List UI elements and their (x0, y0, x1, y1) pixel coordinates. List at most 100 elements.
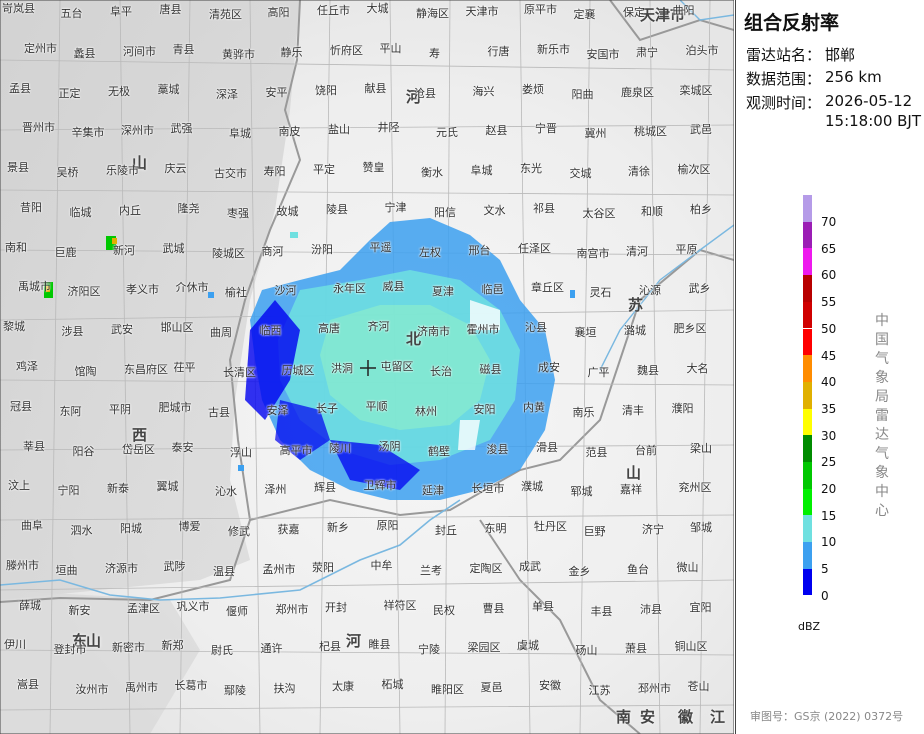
legend-label-65: 65 (821, 241, 837, 256)
place-label: 冀州 (584, 127, 607, 141)
place-label: 泗水 (70, 524, 93, 538)
place-label: 商河 (261, 244, 284, 258)
place-label: 邹城 (690, 521, 712, 535)
place-label: 清苑区 (209, 8, 242, 21)
place-label: 武邑 (690, 123, 712, 137)
time-label: 观测时间： (746, 94, 822, 112)
place-label: 陵川 (329, 441, 351, 455)
review-number: 审图号：GS京 (2022) 0372号 (750, 710, 904, 723)
place-label: 牡丹区 (534, 520, 567, 534)
place-label: 天津市 (465, 5, 499, 18)
place-label: 武强 (170, 122, 193, 136)
place-label: 曲阜 (21, 519, 43, 533)
place-label: 武陟 (163, 559, 186, 573)
place-label: 古交市 (214, 167, 247, 181)
place-label: 泰安 (171, 440, 194, 454)
place-label: 原阳 (376, 519, 399, 533)
place-label: 齐河 (367, 320, 390, 334)
place-label: 寿 (429, 46, 440, 60)
legend-label-35: 35 (821, 401, 837, 416)
place-label: 苍山 (687, 680, 710, 694)
place-label: 内丘 (119, 203, 141, 217)
legend-swatch-5 (803, 542, 812, 569)
place-label: 高阳 (267, 6, 290, 19)
place-label: 长葛市 (174, 679, 208, 693)
place-label: 新郑 (161, 639, 184, 653)
place-label: 孟县 (9, 81, 31, 95)
place-label: 高平市 (279, 443, 313, 457)
place-label: 郓城 (570, 485, 593, 499)
place-label: 成武 (519, 559, 541, 573)
place-label: 岢岚县 (2, 2, 35, 15)
place-label: 泊头市 (685, 43, 719, 57)
legend-swatch-65 (803, 221, 812, 249)
place-label: 薛城 (19, 598, 41, 612)
place-label: 新密市 (112, 641, 145, 655)
place-label: 屯留区 (380, 360, 414, 373)
place-label: 偃师 (226, 604, 248, 618)
place-label: 平原 (675, 242, 698, 256)
place-label: 民权 (433, 603, 455, 617)
place-label: 阳城 (120, 522, 142, 536)
place-label: 肃宁 (636, 45, 658, 59)
place-label: 阳信 (434, 205, 456, 219)
place-label: 黎城 (3, 320, 25, 334)
province-label: 徽 (678, 708, 694, 726)
place-label: 滕州市 (6, 558, 39, 572)
radar-map[interactable]: 天津市河北山西山东河南安徽江苏山岢岚县 五台 阜平 唐县 清苑区 高阳 任丘市 大城 静海区 天津… (0, 0, 734, 734)
place-label: 东明 (484, 522, 507, 536)
place-label: 济南市 (417, 325, 450, 339)
place-label: 东阿 (59, 404, 82, 418)
place-label: 垣曲 (55, 563, 78, 577)
place-label: 丰县 (590, 604, 613, 618)
place-label: 陵县 (326, 202, 348, 216)
place-label: 沙河 (274, 284, 297, 298)
place-label: 赞皇 (362, 161, 385, 175)
place-label: 金乡 (568, 564, 591, 578)
place-label: 沁县 (525, 321, 547, 335)
place-label: 荥阳 (312, 560, 334, 574)
place-label: 介休市 (175, 281, 209, 295)
place-label: 温县 (213, 564, 235, 578)
legend-swatch-0 (803, 568, 812, 596)
legend-label-40: 40 (821, 375, 837, 390)
legend-label-15: 15 (821, 508, 837, 523)
place-label: 清河 (626, 244, 648, 258)
place-label: 巩义市 (176, 599, 210, 613)
place-label: 新乡 (327, 521, 349, 535)
place-label: 兰考 (420, 563, 442, 577)
place-label: 静乐 (280, 45, 303, 59)
place-label: 冠县 (10, 399, 32, 413)
place-label: 岱岳区 (122, 442, 155, 456)
agency-name: 中国气象局雷达气象中心 (875, 313, 889, 519)
place-label: 沛县 (640, 602, 662, 616)
place-label: 孝义市 (126, 283, 159, 297)
place-label: 榆社 (225, 286, 247, 300)
place-label: 济宁 (642, 523, 664, 537)
place-label: 鄢陵 (224, 684, 246, 698)
place-label: 砀山 (575, 644, 598, 658)
place-label: 兖州区 (678, 481, 712, 495)
place-label: 汤阴 (378, 439, 401, 453)
place-label: 长清区 (223, 366, 256, 379)
place-label: 衡水 (421, 166, 443, 180)
place-label: 伊川 (4, 638, 26, 652)
place-label: 祥符区 (383, 598, 417, 612)
place-label: 赵县 (485, 124, 508, 138)
place-label: 柘城 (381, 678, 404, 692)
place-label: 正定 (58, 86, 81, 100)
place-label: 忻府区 (330, 43, 363, 57)
place-label: 辛集市 (71, 126, 105, 140)
place-label: 曹县 (482, 601, 505, 615)
place-label: 武城 (162, 241, 185, 255)
place-label: 大城 (366, 2, 389, 15)
place-label: 太康 (332, 680, 354, 694)
province-label: 江 (710, 708, 726, 726)
place-label: 昔阳 (20, 200, 42, 214)
place-label: 汾阳 (311, 242, 333, 256)
place-label: 铜山区 (674, 640, 708, 654)
legend-swatch-60 (803, 248, 812, 276)
place-label: 青县 (172, 42, 195, 56)
place-label: 文水 (483, 203, 506, 217)
place-label: 涉县 (61, 325, 84, 339)
